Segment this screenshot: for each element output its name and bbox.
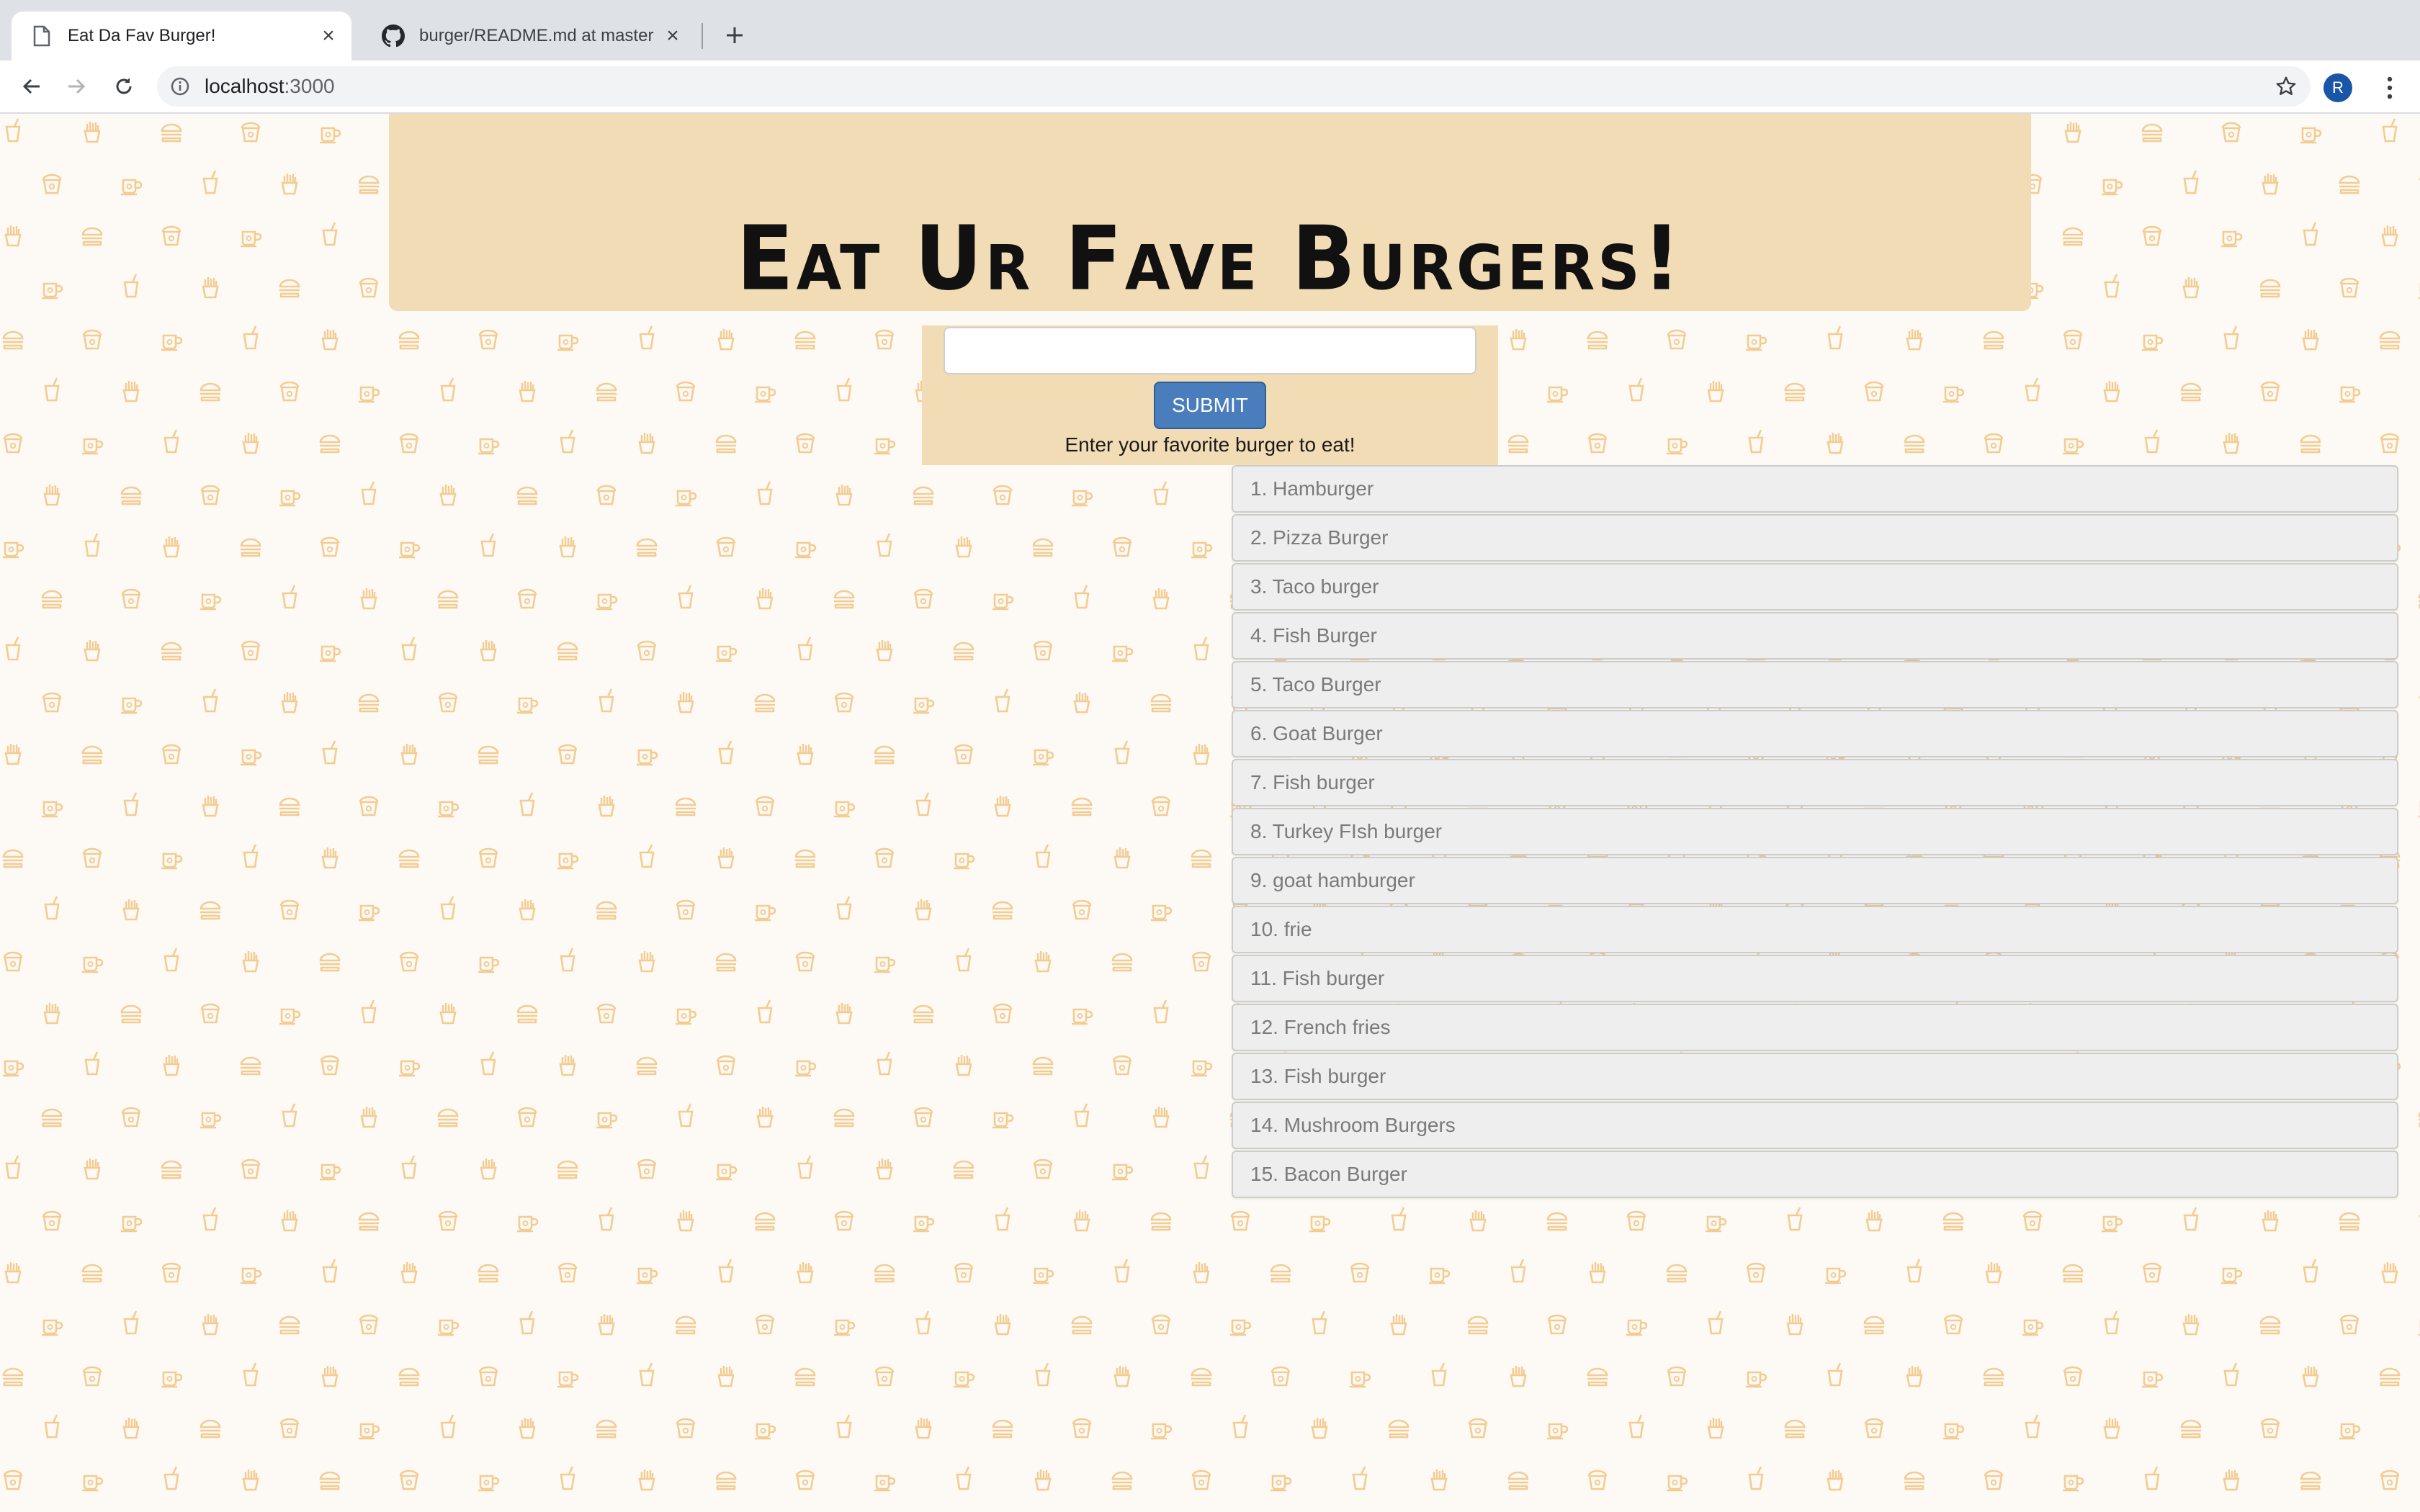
burger-list-item: 9. goat hamburger <box>1232 857 2398 904</box>
burger-list-item: 6. Goat Burger <box>1232 710 2398 757</box>
burger-name-input[interactable] <box>944 327 1476 374</box>
forward-button[interactable] <box>58 68 95 105</box>
tab-title: Eat Da Fav Burger! <box>68 26 216 45</box>
tab-eat-da-fav-burger[interactable]: Eat Da Fav Burger! × <box>12 12 351 60</box>
profile-avatar[interactable]: R <box>2323 73 2352 102</box>
arrow-right-icon <box>68 78 86 94</box>
header-jumbotron: Eat Ur Fave Burgers! <box>389 114 2031 311</box>
burger-list-item: 5. Taco Burger <box>1232 661 2398 708</box>
tab-divider <box>702 23 703 49</box>
tab-readme[interactable]: burger/README.md at master × <box>363 12 696 60</box>
url-text: localhost:3000 <box>205 75 335 98</box>
address-bar[interactable]: localhost:3000 <box>157 66 2311 107</box>
github-icon <box>380 23 406 49</box>
close-tab-icon[interactable]: × <box>315 23 341 49</box>
burger-list-item: 8. Turkey FIsh burger <box>1232 808 2398 855</box>
close-tab-icon[interactable]: × <box>660 23 686 49</box>
browser-tabstrip: Eat Da Fav Burger! × burger/README.md at… <box>0 0 2420 60</box>
bookmark-star-icon[interactable] <box>2272 72 2300 101</box>
url-port: :3000 <box>284 75 335 97</box>
burger-list: 1. Hamburger 2. Pizza Burger 3. Taco burge… <box>1232 465 2398 1200</box>
page-icon <box>29 23 55 49</box>
page-title: Eat Ur Fave Burgers! <box>736 207 1684 311</box>
burger-list-item: 14. Mushroom Burgers <box>1232 1102 2398 1149</box>
submit-button[interactable]: SUBMIT <box>1154 382 1266 429</box>
kebab-menu-icon <box>2387 76 2393 99</box>
page-viewport: Eat Ur Fave Burgers! SUBMIT Enter your f… <box>0 114 2420 1512</box>
burger-list-item: 2. Pizza Burger <box>1232 514 2398 562</box>
tab-title: burger/README.md at master <box>419 26 654 45</box>
burger-list-item: 13. Fish burger <box>1232 1053 2398 1100</box>
reload-icon <box>116 78 132 94</box>
back-button[interactable] <box>13 68 50 105</box>
new-tab-button[interactable] <box>717 19 753 52</box>
burger-list-item: 7. Fish burger <box>1232 759 2398 806</box>
burger-list-item: 3. Taco burger <box>1232 563 2398 611</box>
arrow-left-icon <box>22 78 40 94</box>
plus-icon <box>727 27 743 43</box>
browser-menu-button[interactable] <box>2375 71 2404 105</box>
url-host: localhost <box>205 75 284 97</box>
burger-list-item: 15. Bacon Burger <box>1232 1151 2398 1198</box>
form-hint-text: Enter your favorite burger to eat! <box>1065 433 1355 456</box>
info-icon[interactable] <box>167 73 193 99</box>
browser-toolbar: localhost:3000 R <box>0 60 2420 114</box>
burger-list-item: 12. French fries <box>1232 1004 2398 1051</box>
burger-list-item: 1. Hamburger <box>1232 465 2398 513</box>
burger-form: SUBMIT Enter your favorite burger to eat… <box>922 325 1498 465</box>
burger-list-item: 4. Fish Burger <box>1232 612 2398 660</box>
burger-list-item: 10. frie <box>1232 906 2398 953</box>
burger-list-item: 11. Fish burger <box>1232 955 2398 1002</box>
reload-button[interactable] <box>105 68 143 105</box>
